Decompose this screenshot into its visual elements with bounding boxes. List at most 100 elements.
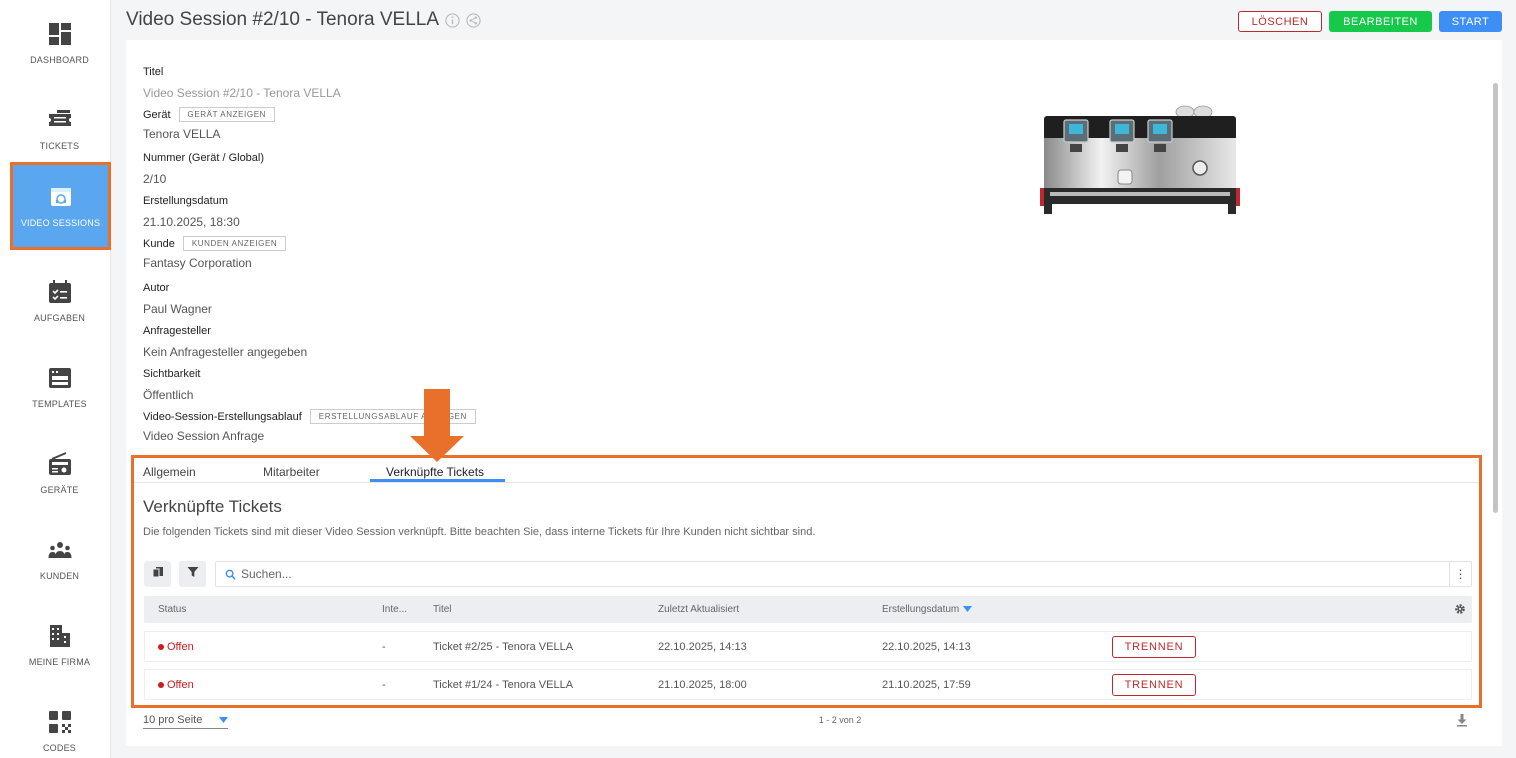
status-text: Offen [167,641,194,653]
video-session-icon [48,184,74,210]
show-device-button[interactable]: GERÄT ANZEIGEN [178,107,276,122]
intern-cell: - [382,641,386,653]
page-title-row: Video Session #2/10 - Tenora VELLA [126,9,481,31]
delete-button[interactable]: LÖSCHEN [1238,11,1322,32]
sidebar-item-label: KUNDEN [39,571,80,581]
field-value: Fantasy Corporation [143,256,252,270]
field-label-row: Kunde KUNDEN ANZEIGEN [143,236,287,251]
info-icon[interactable] [445,12,460,28]
field-label: Kunde [143,237,175,250]
device-image [1040,105,1240,214]
column-created-header[interactable]: Erstellungsdatum [882,604,973,615]
field-titel: Titel Video Session #2/10 - Tenora VELLA [143,66,341,100]
scrollbar[interactable] [1493,83,1498,513]
settings-gear-icon[interactable] [1454,603,1466,615]
sidebar-item-geraete[interactable]: GERÄTE [8,430,111,516]
table-row[interactable]: Offen - Ticket #1/24 - Tenora VELLA 21.1… [144,669,1472,700]
annotation-arrow [424,389,450,437]
sidebar-item-label: TEMPLATES [32,399,87,409]
search-input[interactable] [241,567,1421,581]
field-label: Autor [143,282,170,294]
field-label: Anfragesteller [143,325,211,337]
pagination-info: 1 - 2 von 2 [818,715,862,725]
titel-cell: Ticket #2/25 - Tenora VELLA [433,641,574,653]
sidebar-item-label: AUFGABEN [33,313,86,323]
column-created: Erstellungsdatum [882,604,960,615]
rows-per-page-select[interactable]: 10 pro Seite [143,714,228,729]
chevron-down-icon [219,714,228,726]
field-sichtbarkeit: Sichtbarkeit Öffentlich [143,368,200,402]
sidebar-item-meine-firma[interactable]: MEINE FIRMA [8,602,111,688]
copy-button[interactable] [144,561,171,587]
field-label-row: Gerät GERÄT ANZEIGEN [143,107,276,122]
sidebar-item-templates[interactable]: TEMPLATES [8,344,111,430]
field-erstellungsdatum: Erstellungsdatum 21.10.2025, 18:30 [143,195,240,229]
share-icon[interactable] [466,12,481,28]
sidebar-item-aufgaben[interactable]: AUFGABEN [8,258,111,344]
search-field[interactable]: ⋮ [215,561,1472,587]
field-value: Paul Wagner [143,302,212,316]
field-autor: Autor Paul Wagner [143,282,212,316]
field-label: Nummer (Gerät / Global) [143,152,265,164]
status-dot-icon [158,644,164,650]
dashboard-icon [47,21,73,47]
edit-button[interactable]: BEARBEITEN [1329,11,1432,32]
sort-desc-icon [963,604,973,615]
field-label: Gerät [143,108,171,121]
column-updated[interactable]: Zuletzt Aktualisiert [658,604,739,615]
sidebar-item-label: MEINE FIRMA [28,657,91,667]
sidebar: DASHBOARD TICKETS VIDEO SESSIONS AUFGABE… [0,0,111,758]
updated-cell: 21.10.2025, 18:00 [658,679,747,691]
column-status[interactable]: Status [158,604,186,615]
sidebar-item-tickets[interactable]: TICKETS [8,86,111,172]
field-geraet: Gerät GERÄT ANZEIGEN Tenora VELLA [143,107,276,141]
section-title: Verknüpfte Tickets [143,497,282,516]
field-label: Sichtbarkeit [143,368,201,380]
sidebar-item-codes[interactable]: CODES [8,688,111,758]
people-icon [47,537,73,563]
start-button[interactable]: START [1439,11,1502,32]
sidebar-item-label: DASHBOARD [30,55,89,65]
radio-device-icon [47,451,73,477]
field-kunde: Kunde KUNDEN ANZEIGEN Fantasy Corporatio… [143,236,287,270]
created-cell: 22.10.2025, 14:13 [882,641,971,653]
updated-cell: 22.10.2025, 14:13 [658,641,747,653]
more-options-icon[interactable]: ⋮ [1449,562,1471,586]
filter-button[interactable] [179,561,206,587]
field-nummer: Nummer (Gerät / Global) 2/10 [143,152,264,186]
field-label: Titel [143,66,164,78]
qr-code-icon [47,709,73,735]
sidebar-item-label: VIDEO SESSIONS [20,218,101,228]
status-text: Offen [167,679,194,691]
search-icon [225,568,237,580]
table-header: Status Inte... Titel Zuletzt Aktualisier… [144,596,1472,623]
status-cell: Offen [158,641,194,653]
sidebar-item-video-sessions[interactable]: VIDEO SESSIONS [10,162,111,250]
download-icon[interactable] [1456,713,1470,727]
field-anfragesteller: Anfragesteller Kein Anfragesteller angeg… [143,325,307,359]
table-row[interactable]: Offen - Ticket #2/25 - Tenora VELLA 22.1… [144,631,1472,662]
unlink-button[interactable]: TRENNEN [1112,636,1196,658]
field-value: Tenora VELLA [143,127,221,141]
filter-icon [187,565,199,583]
column-intern[interactable]: Inte... [382,604,407,615]
unlink-button[interactable]: TRENNEN [1112,674,1196,696]
field-label: Erstellungsdatum [143,195,228,207]
copy-icon [152,565,164,583]
sidebar-item-label: CODES [42,743,76,753]
ticket-icon [47,107,73,133]
show-workflow-button[interactable]: ERSTELLUNGSABLAUF ANZEIGEN [309,409,476,424]
sidebar-item-dashboard[interactable]: DASHBOARD [8,0,111,86]
status-cell: Offen [158,679,194,691]
show-customer-button[interactable]: KUNDEN ANZEIGEN [182,236,287,251]
section-description: Die folgenden Tickets sind mit dieser Vi… [143,526,816,538]
template-icon [47,365,73,391]
calendar-check-icon [47,279,73,305]
status-dot-icon [158,682,164,688]
sidebar-item-label: TICKETS [39,141,80,151]
sidebar-item-kunden[interactable]: KUNDEN [8,516,111,602]
intern-cell: - [382,679,386,691]
field-value: Video Session #2/10 - Tenora VELLA [143,86,341,100]
column-titel[interactable]: Titel [433,604,452,615]
titel-cell: Ticket #1/24 - Tenora VELLA [433,679,574,691]
